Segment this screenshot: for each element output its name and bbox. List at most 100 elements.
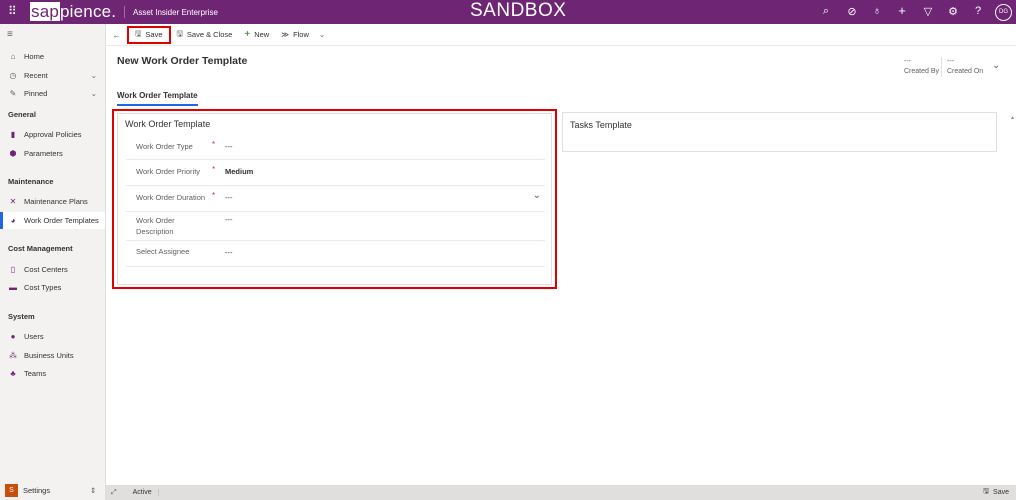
section-header: Cost Management bbox=[8, 244, 73, 253]
tab-work-order-template[interactable]: Work Order Template bbox=[117, 91, 198, 106]
flow-button[interactable]: ≫ Flow ⌄ bbox=[275, 26, 331, 44]
sidebar-item-pinned[interactable]: ✎ Pinned ⌄ bbox=[0, 85, 105, 102]
field-value[interactable]: --- bbox=[225, 248, 233, 257]
required-marker: * bbox=[212, 191, 216, 200]
save-icon: 🖫 bbox=[135, 29, 142, 38]
status-save-button[interactable]: Save bbox=[993, 489, 1009, 496]
label: New bbox=[254, 30, 270, 39]
gear-icon[interactable]: ⚙ bbox=[946, 5, 960, 18]
sidebar-item-business-units[interactable]: ⁂ Business Units bbox=[0, 347, 105, 364]
scrollbar[interactable]: ▲ bbox=[1010, 112, 1016, 485]
field-value[interactable]: --- bbox=[225, 215, 233, 224]
label: Save bbox=[145, 30, 163, 39]
app-name[interactable]: Asset Insider Enterprise bbox=[133, 8, 218, 17]
field-work-order-type[interactable]: Work Order Type * --- bbox=[126, 136, 545, 160]
area-label: Settings bbox=[23, 486, 51, 495]
task-icon[interactable]: ⊘ bbox=[845, 5, 859, 18]
field-select-assignee[interactable]: Select Assignee --- bbox=[126, 241, 545, 267]
created-by-value: --- bbox=[904, 58, 911, 65]
label: Users bbox=[24, 332, 44, 341]
chevron-down-icon[interactable]: ⌄ bbox=[533, 190, 541, 201]
required-marker: * bbox=[212, 165, 216, 174]
page-title: New Work Order Template bbox=[117, 55, 248, 67]
save-button[interactable]: 🖫 Save bbox=[127, 25, 171, 44]
label: Pinned bbox=[24, 89, 48, 98]
label: Parameters bbox=[24, 149, 63, 158]
field-work-order-description[interactable]: Work Order Description --- bbox=[126, 212, 545, 241]
divider bbox=[941, 57, 942, 77]
label: Business Units bbox=[24, 351, 74, 360]
org-icon: ⁂ bbox=[9, 351, 17, 360]
field-value[interactable]: --- bbox=[225, 193, 233, 202]
chevron-down-icon[interactable]: ⌄ bbox=[91, 89, 97, 98]
tools-icon: ✕ bbox=[9, 197, 17, 206]
chevron-down-icon: ⌄ bbox=[318, 30, 326, 39]
sidebar-item-cost-centers[interactable]: ▯ Cost Centers bbox=[0, 261, 105, 278]
field-work-order-duration[interactable]: Work Order Duration * --- ⌄ bbox=[126, 186, 545, 212]
sidebar: ≡ ⌂ Home ◷ Recent ⌄ ✎ Pinned ⌄ General ▮ Appro… bbox=[0, 24, 106, 500]
command-bar: ← 🖫 Save 🖫 Save & Close + New ≫ Flow ⌄ bbox=[106, 24, 1016, 46]
app-launcher-icon[interactable]: ⠿ bbox=[8, 4, 17, 18]
filter-icon[interactable]: ▽ bbox=[921, 5, 935, 18]
field-value[interactable]: --- bbox=[225, 142, 233, 151]
brand-logo: sappience. bbox=[30, 2, 116, 22]
chevron-down-icon[interactable]: ⌄ bbox=[91, 71, 97, 80]
cube-icon: ⬢ bbox=[9, 149, 17, 158]
palette-icon: ◕ bbox=[10, 216, 16, 225]
label: Approval Policies bbox=[24, 130, 82, 139]
sidebar-item-home[interactable]: ⌂ Home bbox=[0, 48, 105, 65]
field-work-order-priority[interactable]: Work Order Priority * Medium bbox=[126, 160, 545, 186]
section-title: Work Order Template bbox=[125, 119, 211, 129]
created-on-label: Created On bbox=[947, 68, 984, 75]
label: Recent bbox=[24, 71, 48, 80]
divider bbox=[124, 6, 125, 18]
area-badge: S bbox=[5, 484, 18, 497]
field-label: Work Order Type bbox=[136, 142, 193, 151]
user-icon: ● bbox=[10, 332, 16, 341]
plus-icon: + bbox=[244, 29, 251, 40]
field-label: Work Order Priority bbox=[136, 167, 201, 176]
chevron-down-icon[interactable]: ⌄ bbox=[992, 60, 1000, 71]
chevron-updown-icon[interactable]: ⇕ bbox=[90, 486, 96, 495]
area-switcher[interactable]: S Settings ⇕ bbox=[0, 481, 106, 500]
back-icon[interactable]: ← bbox=[112, 30, 121, 40]
field-label: Select Assignee bbox=[136, 247, 190, 256]
section-header: System bbox=[8, 312, 35, 321]
sidebar-item-parameters[interactable]: ⬢ Parameters bbox=[0, 145, 105, 162]
clock-icon: ◷ bbox=[9, 71, 17, 80]
new-button[interactable]: + New bbox=[238, 26, 275, 44]
chart-icon: ▮ bbox=[10, 130, 16, 139]
status-bar: ⤢ Active 🖫 Save bbox=[106, 485, 1016, 500]
field-label: Work Order Description bbox=[136, 216, 175, 236]
home-icon: ⌂ bbox=[10, 52, 16, 61]
plus-icon[interactable]: + bbox=[895, 3, 909, 18]
scroll-up-icon[interactable]: ▲ bbox=[1010, 115, 1015, 121]
expand-icon[interactable]: ⤢ bbox=[111, 489, 117, 497]
sidebar-item-approval-policies[interactable]: ▮ Approval Policies bbox=[0, 126, 105, 143]
save-close-button[interactable]: 🖫 Save & Close bbox=[171, 26, 239, 44]
record-status: Active bbox=[133, 489, 159, 496]
hamburger-icon[interactable]: ≡ bbox=[7, 29, 13, 40]
label: Flow bbox=[293, 30, 309, 39]
field-label: Work Order Duration bbox=[136, 193, 206, 202]
pin-icon: ✎ bbox=[9, 89, 17, 98]
section-header: General bbox=[8, 110, 36, 119]
sidebar-item-maintenance-plans[interactable]: ✕ Maintenance Plans bbox=[0, 193, 105, 210]
flow-icon: ≫ bbox=[281, 30, 290, 39]
sidebar-item-teams[interactable]: ♣ Teams bbox=[0, 365, 105, 382]
section-title: Tasks Template bbox=[570, 120, 632, 130]
sidebar-item-work-order-templates[interactable]: ◕ Work Order Templates bbox=[0, 212, 105, 229]
search-icon[interactable]: ⌕ bbox=[819, 5, 833, 18]
label: Home bbox=[24, 52, 45, 61]
help-icon[interactable]: ? bbox=[971, 5, 985, 17]
save-close-icon: 🖫 bbox=[176, 29, 183, 38]
label: Cost Centers bbox=[24, 265, 68, 274]
avatar[interactable]: DG bbox=[995, 4, 1012, 21]
lightbulb-icon[interactable]: ♁ bbox=[870, 5, 884, 17]
created-by-label: Created By bbox=[904, 68, 940, 75]
field-value[interactable]: Medium bbox=[225, 167, 253, 176]
sidebar-item-cost-types[interactable]: ▬ Cost Types bbox=[0, 279, 105, 296]
label: Work Order Templates bbox=[24, 216, 99, 225]
sidebar-item-recent[interactable]: ◷ Recent ⌄ bbox=[0, 67, 105, 84]
sidebar-item-users[interactable]: ● Users bbox=[0, 328, 105, 345]
